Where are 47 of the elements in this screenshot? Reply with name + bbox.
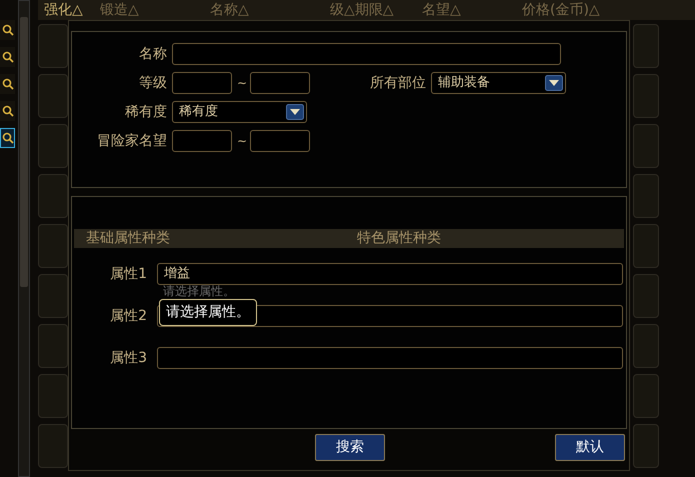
zoom-icon[interactable] bbox=[0, 128, 15, 148]
attribute-tab[interactable]: 特色属性种类 bbox=[274, 228, 524, 249]
dropdown[interactable]: 稀有度 bbox=[172, 101, 307, 123]
dropdown[interactable]: 辅助装备 bbox=[431, 72, 566, 94]
field-label: 稀有度 bbox=[124, 102, 167, 122]
zoom-icon[interactable] bbox=[0, 47, 15, 67]
tooltip: 请选择属性。 bbox=[159, 299, 257, 326]
attribute-input[interactable] bbox=[157, 347, 623, 369]
list-row-background bbox=[633, 374, 659, 418]
field-label: 属性2 bbox=[109, 307, 147, 326]
field-label: 名称 bbox=[138, 44, 167, 64]
list-row-background bbox=[633, 274, 659, 318]
range-separator: ~ bbox=[237, 75, 245, 92]
zoom-icon[interactable] bbox=[0, 101, 15, 121]
zoom-icon[interactable] bbox=[0, 74, 15, 94]
list-row-background bbox=[633, 74, 659, 118]
list-row-background bbox=[633, 174, 659, 218]
column-header[interactable]: 锻造△ bbox=[100, 0, 210, 20]
list-row-background bbox=[633, 424, 659, 468]
field-label: 属性1 bbox=[109, 265, 147, 284]
field-label: 等级 bbox=[138, 74, 167, 92]
list-row-background bbox=[633, 24, 659, 68]
attribute-tab[interactable]: 基础属性种类 bbox=[74, 228, 274, 249]
field-label: 属性3 bbox=[109, 349, 147, 368]
column-header[interactable]: 名称△ bbox=[210, 0, 330, 20]
column-header[interactable]: 级△期限△ bbox=[330, 0, 422, 20]
level-min-input[interactable] bbox=[172, 72, 232, 94]
scroll-thumb[interactable] bbox=[20, 17, 28, 287]
scrollbar[interactable] bbox=[18, 0, 30, 477]
reputation-min-input[interactable] bbox=[172, 130, 232, 152]
column-header[interactable]: 强化△ bbox=[44, 0, 100, 20]
list-row-background bbox=[633, 124, 659, 168]
attribute-input[interactable]: 增益 bbox=[157, 263, 623, 285]
field-label: 冒险家名望 bbox=[96, 132, 167, 150]
list-row-background bbox=[633, 224, 659, 268]
zoom-icon[interactable] bbox=[0, 20, 15, 40]
list-row-background bbox=[633, 324, 659, 368]
field-label: 所有部位 bbox=[369, 74, 426, 92]
name-input[interactable] bbox=[172, 43, 561, 65]
hint-text: 请选择属性。 bbox=[162, 285, 236, 298]
dialog-button[interactable]: 默认 bbox=[555, 434, 625, 460]
column-header[interactable]: 名望△ bbox=[422, 0, 522, 20]
level-max-input[interactable] bbox=[250, 72, 310, 94]
reputation-max-input[interactable] bbox=[250, 130, 310, 152]
column-header[interactable]: 价格(金币)△ bbox=[522, 0, 632, 20]
dialog-button[interactable]: 搜索 bbox=[315, 434, 385, 460]
range-separator: ~ bbox=[237, 133, 245, 150]
